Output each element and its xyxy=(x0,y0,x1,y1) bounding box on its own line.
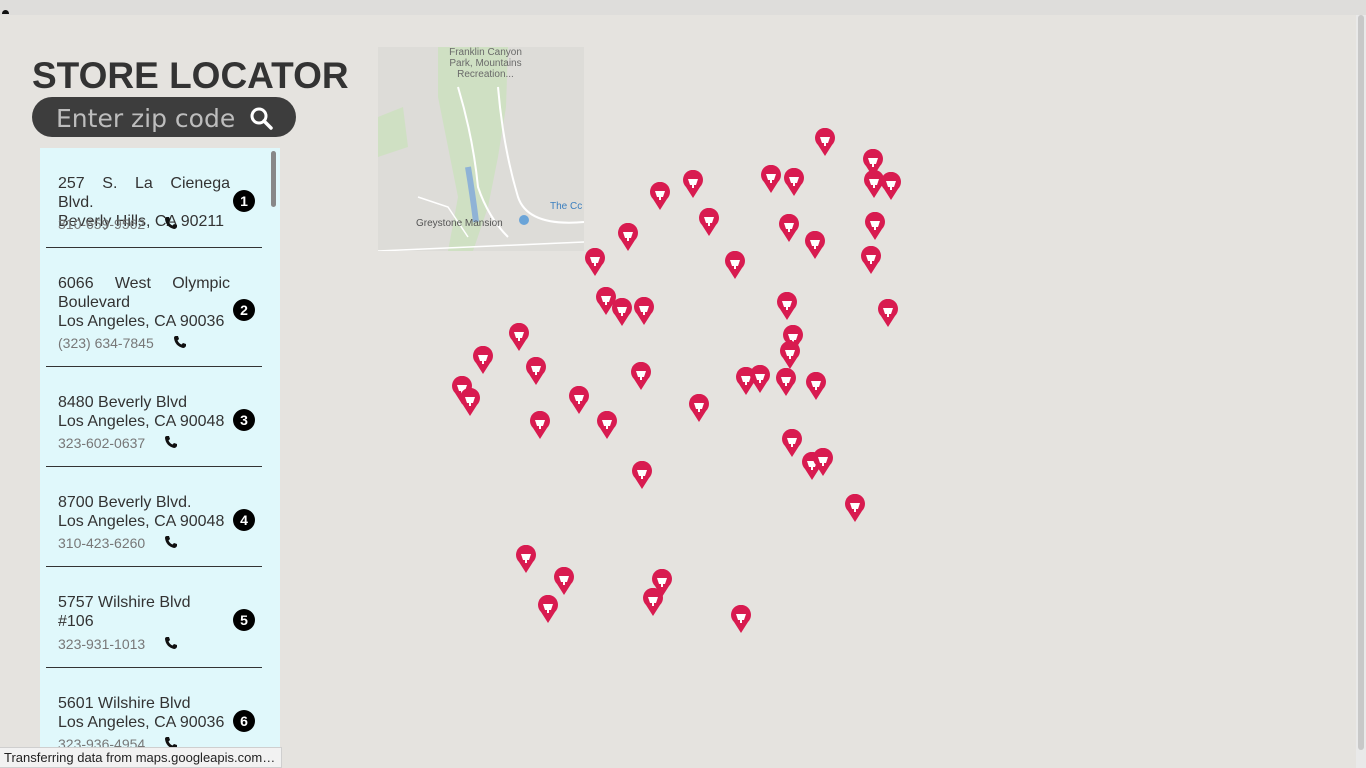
store-marker-icon[interactable] xyxy=(865,212,885,241)
store-marker-icon[interactable] xyxy=(473,346,493,375)
store-marker-icon[interactable] xyxy=(776,368,796,397)
store-marker-icon[interactable] xyxy=(612,298,632,327)
store-marker-icon[interactable] xyxy=(689,394,709,423)
store-marker-icon[interactable] xyxy=(650,182,670,211)
search-bar xyxy=(32,97,296,137)
store-address: 6066 West Olympic Boulevard Los Angeles,… xyxy=(58,274,230,331)
page-title: STORE LOCATOR xyxy=(32,55,349,96)
store-marker-icon[interactable] xyxy=(460,388,480,417)
store-marker-icon[interactable] xyxy=(683,170,703,199)
store-list-scrollbar[interactable] xyxy=(271,151,277,768)
store-marker-icon[interactable] xyxy=(509,323,529,352)
store-item[interactable]: 8480 Beverly Blvd Los Angeles, CA 90048 … xyxy=(46,367,262,467)
store-marker-icon[interactable] xyxy=(777,292,797,321)
store-address-line1: 8700 Beverly Blvd. xyxy=(58,494,192,511)
store-address-line1: 257 S. La Cienega Blvd. xyxy=(58,175,230,211)
store-address-line1: 8480 Beverly Blvd xyxy=(58,394,187,411)
store-number-badge: 3 xyxy=(233,409,255,431)
store-address: 5757 Wilshire Blvd #106 xyxy=(58,593,198,631)
store-marker-icon[interactable] xyxy=(779,214,799,243)
phone-icon[interactable] xyxy=(164,435,178,449)
store-address-line2: Los Angeles, CA 90048 xyxy=(58,413,225,430)
store-marker-icon[interactable] xyxy=(731,605,751,634)
store-number-badge: 6 xyxy=(233,710,255,732)
store-address-line2: Los Angeles, CA 90048 xyxy=(58,513,225,530)
store-number-badge: 5 xyxy=(233,609,255,631)
store-phone: 310-423-6260 xyxy=(58,535,146,551)
store-phone: 310-659-9562 xyxy=(58,216,146,232)
store-marker-icon[interactable] xyxy=(634,297,654,326)
store-phone: 323-602-0637 xyxy=(58,435,146,451)
browser-top-bar xyxy=(0,0,1366,15)
phone-icon[interactable] xyxy=(164,535,178,549)
store-address: 8700 Beverly Blvd. Los Angeles, CA 90048 xyxy=(58,493,230,531)
store-marker-icon[interactable] xyxy=(618,223,638,252)
store-item[interactable]: 257 S. La Cienega Blvd. Beverly Hills, C… xyxy=(46,148,262,248)
store-marker-icon[interactable] xyxy=(780,341,800,370)
store-address: 5601 Wilshire Blvd Los Angeles, CA 90036 xyxy=(58,694,230,732)
status-bar: Transferring data from maps.googleapis.c… xyxy=(0,747,283,768)
store-marker-icon[interactable] xyxy=(784,168,804,197)
store-number-badge: 4 xyxy=(233,509,255,531)
store-address-line2: Los Angeles, CA 90036 xyxy=(58,313,225,330)
store-marker-icon[interactable] xyxy=(643,588,663,617)
store-marker-icon[interactable] xyxy=(526,357,546,386)
store-phone: (323) 634-7845 xyxy=(58,335,154,351)
store-list-scrollbar-thumb[interactable] xyxy=(271,151,276,207)
store-marker-icon[interactable] xyxy=(845,494,865,523)
store-marker-icon[interactable] xyxy=(569,386,589,415)
store-item[interactable]: 6066 West Olympic Boulevard Los Angeles,… xyxy=(46,248,262,367)
page-scrollbar-thumb[interactable] xyxy=(1358,15,1364,750)
phone-icon[interactable] xyxy=(164,636,178,650)
store-marker-icon[interactable] xyxy=(815,128,835,157)
store-marker-icon[interactable] xyxy=(530,411,550,440)
store-marker-icon[interactable] xyxy=(725,251,745,280)
cursor-fragment xyxy=(2,10,9,14)
store-marker-icon[interactable] xyxy=(813,448,833,477)
store-marker-icon[interactable] xyxy=(750,365,770,394)
store-marker-icon[interactable] xyxy=(632,461,652,490)
store-item[interactable]: 8700 Beverly Blvd. Los Angeles, CA 90048… xyxy=(46,467,262,567)
store-marker-icon[interactable] xyxy=(585,248,605,277)
store-marker-icon[interactable] xyxy=(554,567,574,596)
store-address-line1: 6066 West Olympic Boulevard xyxy=(58,275,230,311)
store-marker-icon[interactable] xyxy=(881,172,901,201)
store-address-line1: 5601 Wilshire Blvd xyxy=(58,695,191,712)
zip-code-input[interactable] xyxy=(54,100,248,136)
page-scrollbar[interactable] xyxy=(1356,15,1366,768)
store-phone: 323-931-1013 xyxy=(58,636,146,652)
store-marker-icon[interactable] xyxy=(538,595,558,624)
phone-icon[interactable] xyxy=(173,335,187,349)
store-address-line2: Los Angeles, CA 90036 xyxy=(58,714,225,731)
store-marker-icon[interactable] xyxy=(631,362,651,391)
store-item[interactable]: 5757 Wilshire Blvd #106 5 323-931-1013 xyxy=(46,567,262,668)
store-marker-icon[interactable] xyxy=(806,372,826,401)
store-marker-icon[interactable] xyxy=(699,208,719,237)
store-number-badge: 2 xyxy=(233,299,255,321)
store-marker-icon[interactable] xyxy=(878,299,898,328)
store-marker-icon[interactable] xyxy=(805,231,825,260)
tile-label-greystone: Greystone Mansion xyxy=(416,218,503,229)
phone-icon[interactable] xyxy=(164,216,178,230)
store-number-badge: 1 xyxy=(233,190,255,212)
store-address-line1: 5757 Wilshire Blvd #106 xyxy=(58,594,191,630)
search-icon[interactable] xyxy=(248,105,274,131)
tile-label-other: The Cc xyxy=(550,201,583,212)
store-list[interactable]: 257 S. La Cienega Blvd. Beverly Hills, C… xyxy=(40,148,280,768)
store-marker-icon[interactable] xyxy=(782,429,802,458)
tile-label-park: Franklin Canyon Park, Mountains Recreati… xyxy=(449,47,522,80)
map-tile: Franklin Canyon Park, Mountains Recreati… xyxy=(378,47,584,251)
store-marker-icon[interactable] xyxy=(861,246,881,275)
store-marker-icon[interactable] xyxy=(516,545,536,574)
store-address: 8480 Beverly Blvd Los Angeles, CA 90048 xyxy=(58,393,230,431)
store-marker-icon[interactable] xyxy=(761,165,781,194)
store-marker-icon[interactable] xyxy=(597,411,617,440)
